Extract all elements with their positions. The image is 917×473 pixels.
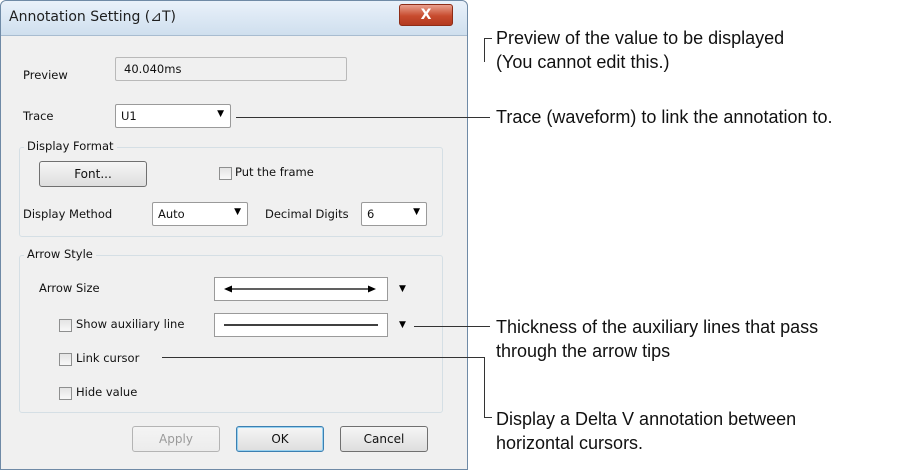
title-bar: Annotation Setting (⊿T) X (1, 1, 467, 36)
preview-field: 40.040ms (115, 57, 347, 81)
annotation-setting-dialog: Annotation Setting (⊿T) X Preview 40.040… (0, 0, 468, 470)
callout-thickness-line1: Thickness of the auxiliary lines that pa… (496, 317, 819, 337)
close-icon: X (420, 7, 432, 23)
callout-thickness-line2: through the arrow tips (496, 341, 671, 361)
chevron-down-icon: ▼ (217, 109, 224, 119)
chevron-down-icon[interactable]: ▼ (399, 284, 406, 294)
hide-value-label: Hide value (76, 385, 138, 399)
decimal-digits-label: Decimal Digits (265, 207, 349, 221)
callout-trace: Trace (waveform) to link the annotation … (496, 107, 833, 127)
display-method-label: Display Method (23, 207, 113, 221)
link-leader-foot (484, 417, 492, 418)
arrow-size-select[interactable] (214, 277, 388, 301)
trace-label: Trace (23, 109, 54, 123)
show-aux-line-label: Show auxiliary line (76, 317, 185, 331)
cancel-button[interactable]: Cancel (340, 426, 428, 452)
arrow-style-title: Arrow Style (24, 247, 96, 261)
decimal-digits-value: 6 (367, 207, 375, 221)
preview-bracket-side (484, 38, 485, 62)
chevron-down-icon[interactable]: ▼ (399, 320, 406, 330)
apply-button[interactable]: Apply (132, 426, 220, 452)
close-button[interactable]: X (399, 4, 453, 26)
thickness-leader-line (414, 326, 490, 327)
arrow-size-label: Arrow Size (39, 281, 100, 295)
callout-preview-line2: (You cannot edit this.) (496, 52, 670, 72)
ok-button[interactable]: OK (236, 426, 324, 452)
trace-value: U1 (121, 109, 137, 123)
chevron-down-icon: ▼ (413, 207, 420, 217)
link-cursor-checkbox[interactable] (59, 353, 72, 366)
preview-value: 40.040ms (124, 62, 182, 76)
chevron-down-icon: ▼ (234, 207, 241, 217)
font-button[interactable]: Font... (39, 161, 147, 187)
trace-select[interactable]: U1 ▼ (115, 104, 231, 128)
line-sample-icon (224, 324, 378, 326)
display-method-select[interactable]: Auto ▼ (152, 202, 248, 226)
show-aux-line-checkbox[interactable] (59, 319, 72, 332)
aux-line-thickness-select[interactable] (214, 313, 388, 337)
hide-value-checkbox[interactable] (59, 387, 72, 400)
decimal-digits-select[interactable]: 6 ▼ (361, 202, 427, 226)
put-frame-checkbox[interactable] (219, 167, 232, 180)
callout-link-line1: Display a Delta V annotation between (496, 409, 797, 429)
preview-label: Preview (23, 68, 68, 82)
callout-link-line2: horizontal cursors. (496, 433, 644, 453)
link-leader-drop (484, 357, 485, 417)
link-leader-line (162, 357, 484, 358)
double-arrow-icon (224, 285, 376, 293)
display-format-title: Display Format (24, 139, 117, 153)
put-frame-label: Put the frame (235, 165, 314, 179)
callout-preview-line1: Preview of the value to be displayed (496, 28, 785, 48)
link-cursor-label: Link cursor (76, 351, 140, 365)
display-method-value: Auto (158, 207, 185, 221)
trace-leader-line (236, 117, 490, 118)
preview-bracket-top (484, 38, 492, 39)
dialog-title: Annotation Setting (⊿T) (9, 9, 177, 25)
